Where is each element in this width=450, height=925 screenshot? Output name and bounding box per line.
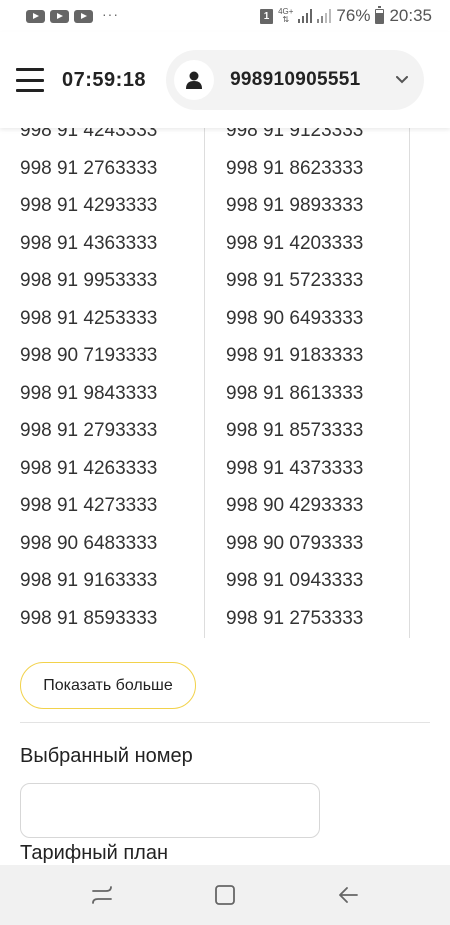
number-item[interactable]: 998 90 0793333 <box>226 525 363 563</box>
more-notifications-icon: ··· <box>102 5 119 22</box>
number-item[interactable]: 998 91 2753333 <box>226 600 363 638</box>
number-item[interactable]: 998 91 9893333 <box>226 187 363 225</box>
network-type-label: 4G+ <box>278 7 294 16</box>
selected-number-field[interactable] <box>20 783 320 838</box>
tariff-plan-label: Тарифный план <box>20 842 169 864</box>
number-item[interactable]: 998 91 9843333 <box>20 375 157 413</box>
youtube-icon <box>74 9 93 23</box>
header-clock: 07:59:18 <box>62 68 147 91</box>
numbers-column-left: 998 91 4243333 998 91 2763333 998 91 429… <box>20 110 157 637</box>
chevron-down-icon <box>396 74 409 86</box>
number-item[interactable]: 998 91 8573333 <box>226 412 363 450</box>
number-item[interactable]: 998 91 4253333 <box>20 300 157 338</box>
number-item[interactable]: 998 90 4293333 <box>226 487 363 525</box>
number-item[interactable]: 998 91 2763333 <box>20 150 157 188</box>
account-selector[interactable]: 998910905551 <box>166 50 425 110</box>
system-time: 20:35 <box>389 6 432 25</box>
number-item[interactable]: 998 91 5723333 <box>226 262 363 300</box>
column-divider <box>204 110 205 638</box>
battery-percent: 76% <box>336 6 371 25</box>
numbers-column-right: 998 91 9123333 998 91 8623333 998 91 989… <box>226 110 363 637</box>
battery-icon <box>375 5 385 24</box>
back-icon[interactable] <box>328 875 368 915</box>
app-header: 07:59:18 998910905551 <box>0 32 450 128</box>
section-divider <box>20 722 430 723</box>
number-item[interactable]: 998 91 8623333 <box>226 150 363 188</box>
number-item[interactable]: 998 91 4373333 <box>226 450 363 488</box>
youtube-icon <box>50 9 69 23</box>
selected-number-label: Выбранный номер <box>20 745 193 767</box>
show-more-button[interactable]: Показать больше <box>20 662 196 709</box>
recent-apps-icon[interactable] <box>82 875 122 915</box>
number-item[interactable]: 998 91 2793333 <box>20 412 157 450</box>
number-item[interactable]: 998 91 8593333 <box>20 600 157 638</box>
account-number: 998910905551 <box>230 69 361 90</box>
number-item[interactable]: 998 91 8613333 <box>226 375 363 413</box>
home-icon[interactable] <box>205 875 245 915</box>
network-type-indicator: 4G+ ⇅ <box>278 7 294 24</box>
number-item[interactable]: 998 91 9953333 <box>20 262 157 300</box>
system-nav-bar <box>0 865 450 925</box>
user-icon <box>174 60 215 100</box>
number-item[interactable]: 998 91 4263333 <box>20 450 157 488</box>
number-item[interactable]: 998 91 4203333 <box>226 225 363 263</box>
menu-icon[interactable] <box>16 68 44 92</box>
number-item[interactable]: 998 91 0943333 <box>226 562 363 600</box>
number-item[interactable]: 998 91 4363333 <box>20 225 157 263</box>
number-item[interactable]: 998 91 4273333 <box>20 487 157 525</box>
number-item[interactable]: 998 90 6483333 <box>20 525 157 563</box>
number-item[interactable]: 998 91 9163333 <box>20 562 157 600</box>
youtube-icon <box>26 9 45 23</box>
signal-icon-secondary <box>317 9 332 23</box>
numbers-grid: 998 91 4243333 998 91 2763333 998 91 429… <box>0 110 450 638</box>
number-item[interactable]: 998 90 7193333 <box>20 337 157 375</box>
system-icons: 1 4G+ ⇅ 76% 20:35 <box>260 5 432 26</box>
number-item[interactable]: 998 91 4293333 <box>20 187 157 225</box>
notification-icons: ··· <box>26 6 119 23</box>
number-item[interactable]: 998 90 6493333 <box>226 300 363 338</box>
status-bar: ··· 1 4G+ ⇅ 76% 20:35 <box>0 0 450 32</box>
number-item[interactable]: 998 91 9183333 <box>226 337 363 375</box>
sim-icon: 1 <box>260 8 274 24</box>
column-divider <box>409 110 410 638</box>
signal-icon <box>298 9 313 23</box>
